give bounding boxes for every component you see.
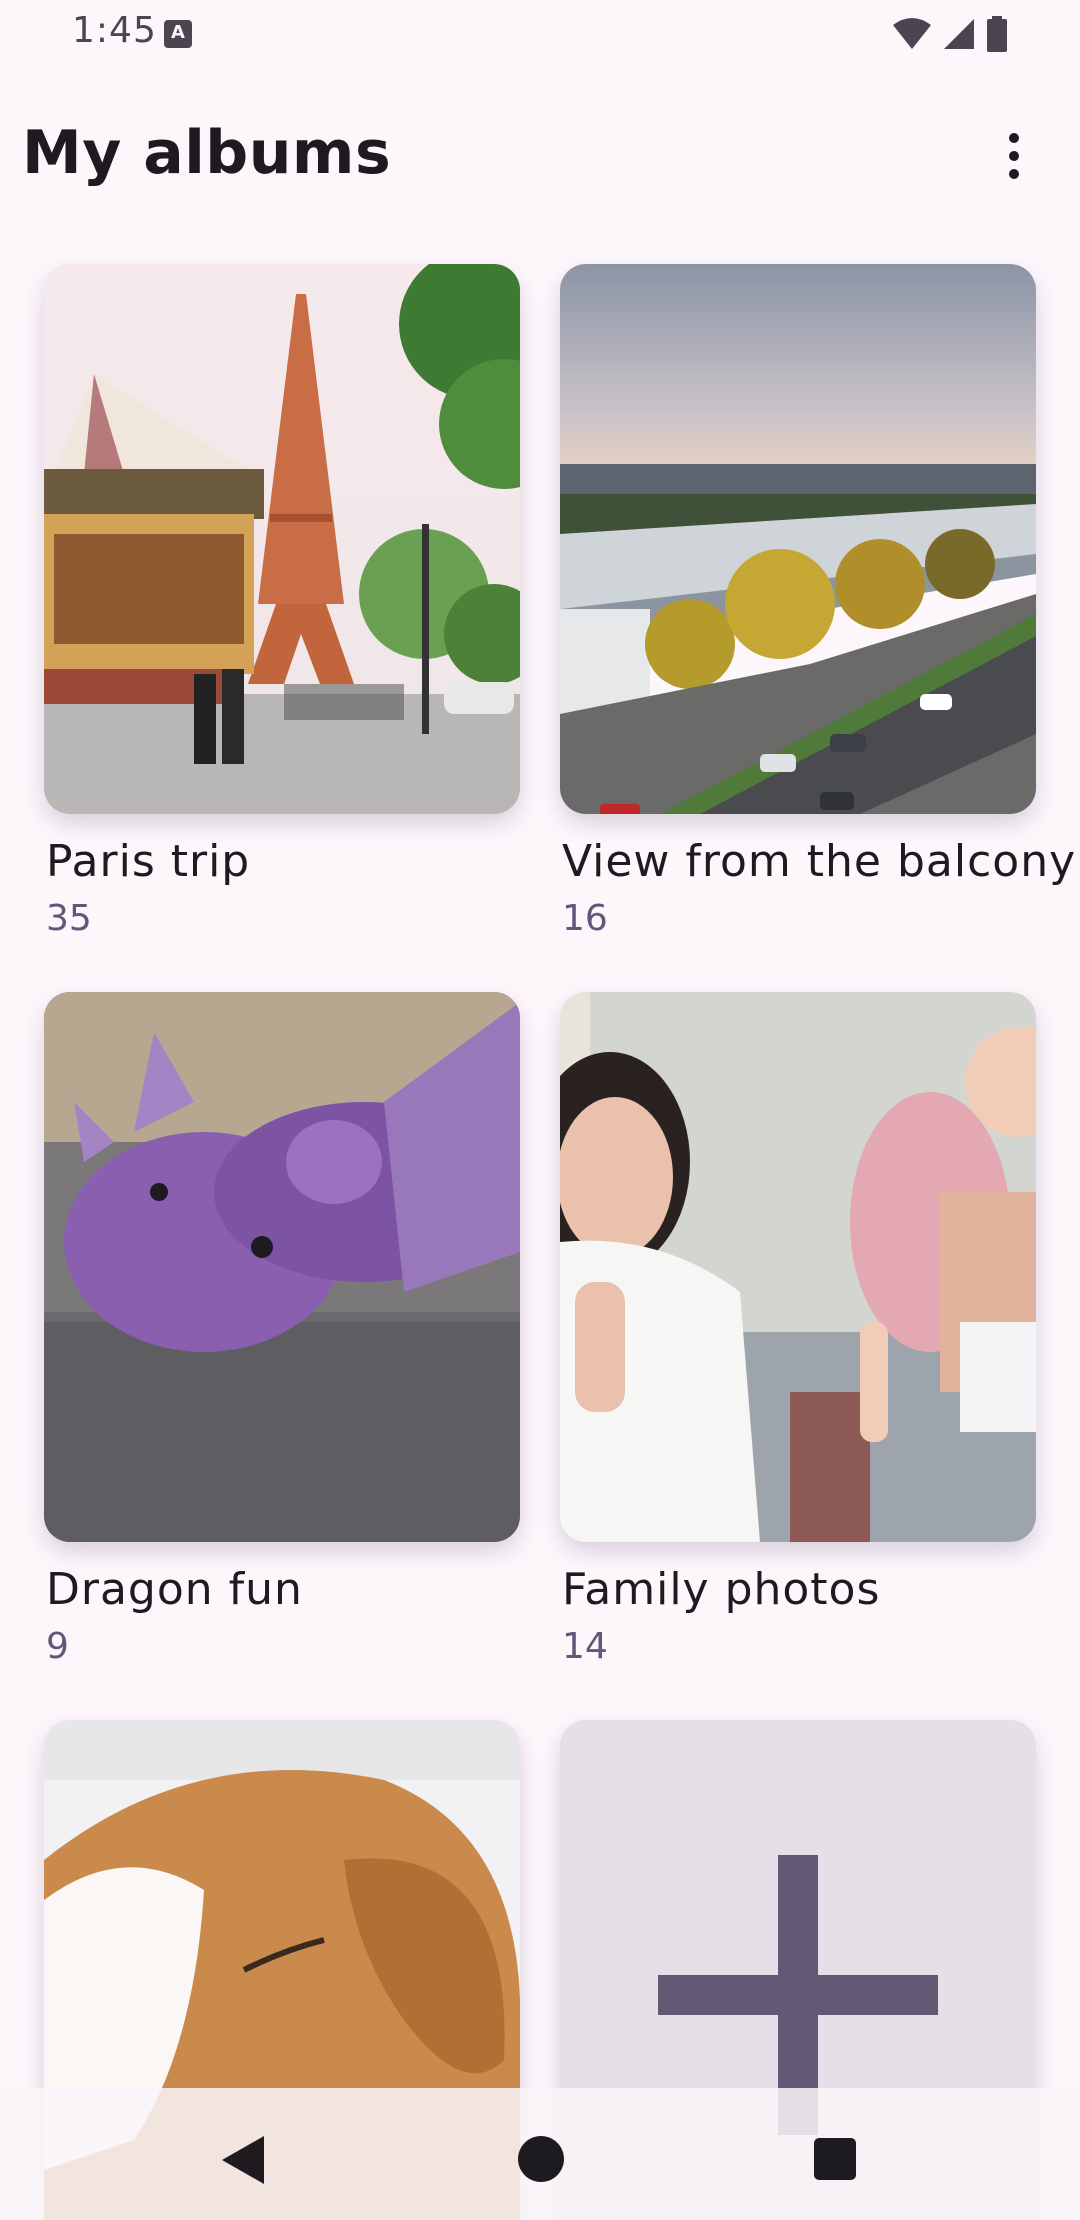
album-photo-count: 9	[46, 1626, 69, 1667]
albums-screen: 1:45 My albums	[0, 0, 1080, 2220]
album-photo-count: 16	[562, 898, 608, 939]
purple-crochet-dragon-photo	[44, 992, 520, 1542]
home-icon[interactable]	[518, 2136, 564, 2182]
mother-and-baby-photo	[560, 992, 1036, 1542]
battery-icon	[987, 16, 1007, 52]
album-name: Dragon fun	[46, 1564, 303, 1615]
album-name: View from the balcony	[562, 836, 1077, 887]
cellular-icon	[944, 19, 974, 49]
album-name: Paris trip	[46, 836, 251, 887]
status-time: 1:45	[72, 10, 157, 51]
album-photo-count: 14	[562, 1626, 608, 1667]
page-title: My albums	[22, 118, 392, 188]
album-thumbnail	[44, 264, 520, 814]
recents-icon[interactable]	[814, 2138, 856, 2180]
album-thumbnail	[44, 992, 520, 1542]
system-navigation-bar	[0, 2088, 1080, 2220]
app-bar: My albums	[0, 100, 1080, 210]
back-icon[interactable]	[222, 2136, 264, 2184]
more-vert-icon	[1009, 133, 1019, 143]
album-thumbnail	[560, 992, 1036, 1542]
status-bar: 1:45	[0, 0, 1080, 64]
album-thumbnail	[560, 264, 1036, 814]
wifi-icon	[893, 18, 931, 49]
eiffel-tower-carousel-photo	[44, 264, 520, 814]
status-icons	[892, 14, 1008, 54]
album-photo-count: 35	[46, 898, 92, 939]
more-options-button[interactable]	[984, 116, 1044, 196]
city-street-balcony-photo	[560, 264, 1036, 814]
album-name: Family photos	[562, 1564, 881, 1615]
keyboard-a-icon	[164, 20, 192, 48]
